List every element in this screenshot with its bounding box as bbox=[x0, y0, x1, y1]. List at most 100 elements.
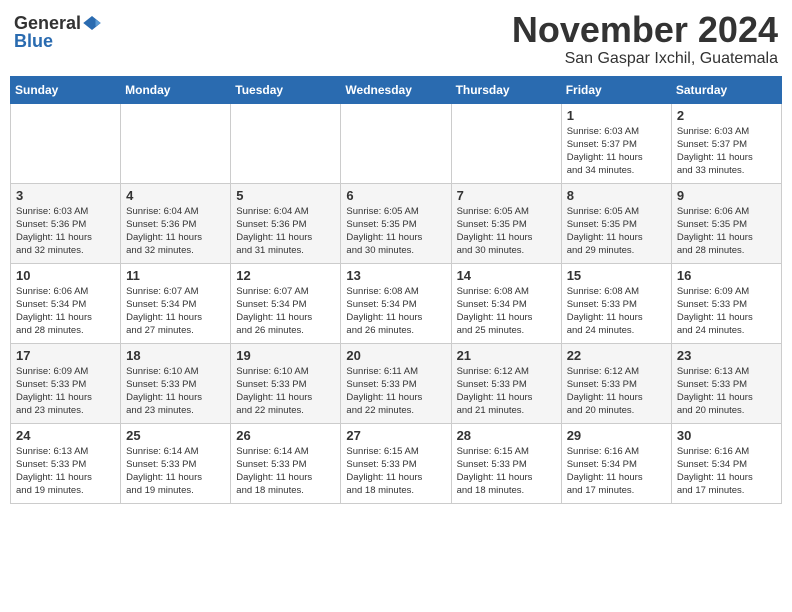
day-number: 15 bbox=[567, 268, 666, 283]
weekday-header-thursday: Thursday bbox=[451, 76, 561, 103]
day-number: 12 bbox=[236, 268, 335, 283]
weekday-header-sunday: Sunday bbox=[11, 76, 121, 103]
weekday-header-wednesday: Wednesday bbox=[341, 76, 451, 103]
day-number: 21 bbox=[457, 348, 556, 363]
day-number: 13 bbox=[346, 268, 445, 283]
day-info: Sunrise: 6:10 AM Sunset: 5:33 PM Dayligh… bbox=[236, 365, 335, 418]
calendar-cell: 30Sunrise: 6:16 AM Sunset: 5:34 PM Dayli… bbox=[671, 423, 781, 503]
day-number: 18 bbox=[126, 348, 225, 363]
day-number: 29 bbox=[567, 428, 666, 443]
calendar-cell: 15 Sunrise: 6:08 AM Sunset: 5:33 PM Dayli… bbox=[561, 263, 671, 343]
calendar-cell: 7 Sunrise: 6:05 AM Sunset: 5:35 PM Daylig… bbox=[451, 183, 561, 263]
calendar-cell: 27Sunrise: 6:15 AM Sunset: 5:33 PM Dayli… bbox=[341, 423, 451, 503]
day-number: 4 bbox=[126, 188, 225, 203]
calendar-cell: 19 Sunrise: 6:10 AM Sunset: 5:33 PM Dayli… bbox=[231, 343, 341, 423]
calendar-cell: 11 Sunrise: 6:07 AM Sunset: 5:34 PM Dayli… bbox=[121, 263, 231, 343]
calendar: SundayMondayTuesdayWednesdayThursdayFrid… bbox=[10, 76, 782, 504]
day-info: Sunrise: 6:16 AM Sunset: 5:34 PM Dayligh… bbox=[677, 445, 776, 498]
day-info: Sunrise: 6:15 AM Sunset: 5:33 PM Dayligh… bbox=[346, 445, 445, 498]
calendar-cell: 5Sunrise: 6:04 AM Sunset: 5:36 PM Daylig… bbox=[231, 183, 341, 263]
week-row-4: 17 Sunrise: 6:09 AM Sunset: 5:33 PM Dayli… bbox=[11, 343, 782, 423]
calendar-cell: 1 Sunrise: 6:03 AM Sunset: 5:37 PM Daylig… bbox=[561, 103, 671, 183]
day-info: Sunrise: 6:04 AM Sunset: 5:36 PM Dayligh… bbox=[236, 205, 335, 258]
calendar-cell bbox=[341, 103, 451, 183]
logo-blue: Blue bbox=[14, 32, 53, 50]
day-number: 3 bbox=[16, 188, 115, 203]
title-block: November 2024 San Gaspar Ixchil, Guatema… bbox=[512, 10, 778, 68]
calendar-cell: 2Sunrise: 6:03 AM Sunset: 5:37 PM Daylig… bbox=[671, 103, 781, 183]
calendar-cell: 4 Sunrise: 6:04 AM Sunset: 5:36 PM Daylig… bbox=[121, 183, 231, 263]
calendar-cell: 25 Sunrise: 6:14 AM Sunset: 5:33 PM Dayli… bbox=[121, 423, 231, 503]
day-number: 20 bbox=[346, 348, 445, 363]
calendar-cell: 12 Sunrise: 6:07 AM Sunset: 5:34 PM Dayli… bbox=[231, 263, 341, 343]
day-number: 26 bbox=[236, 428, 335, 443]
calendar-cell: 28Sunrise: 6:15 AM Sunset: 5:33 PM Dayli… bbox=[451, 423, 561, 503]
day-info: Sunrise: 6:16 AM Sunset: 5:34 PM Dayligh… bbox=[567, 445, 666, 498]
day-number: 7 bbox=[457, 188, 556, 203]
day-info: Sunrise: 6:12 AM Sunset: 5:33 PM Dayligh… bbox=[567, 365, 666, 418]
calendar-cell: 17 Sunrise: 6:09 AM Sunset: 5:33 PM Dayli… bbox=[11, 343, 121, 423]
logo: General Blue bbox=[14, 14, 101, 50]
week-row-3: 10 Sunrise: 6:06 AM Sunset: 5:34 PM Dayli… bbox=[11, 263, 782, 343]
day-info: Sunrise: 6:08 AM Sunset: 5:33 PM Dayligh… bbox=[567, 285, 666, 338]
day-number: 10 bbox=[16, 268, 115, 283]
day-number: 9 bbox=[677, 188, 776, 203]
day-number: 1 bbox=[567, 108, 666, 123]
day-info: Sunrise: 6:05 AM Sunset: 5:35 PM Dayligh… bbox=[567, 205, 666, 258]
day-info: Sunrise: 6:14 AM Sunset: 5:33 PM Dayligh… bbox=[236, 445, 335, 498]
calendar-cell: 20 Sunrise: 6:11 AM Sunset: 5:33 PM Dayli… bbox=[341, 343, 451, 423]
calendar-cell: 21Sunrise: 6:12 AM Sunset: 5:33 PM Dayli… bbox=[451, 343, 561, 423]
day-info: Sunrise: 6:13 AM Sunset: 5:33 PM Dayligh… bbox=[16, 445, 115, 498]
weekday-header-row: SundayMondayTuesdayWednesdayThursdayFrid… bbox=[11, 76, 782, 103]
calendar-cell: 3 Sunrise: 6:03 AM Sunset: 5:36 PM Daylig… bbox=[11, 183, 121, 263]
logo-icon bbox=[83, 16, 101, 30]
day-info: Sunrise: 6:09 AM Sunset: 5:33 PM Dayligh… bbox=[16, 365, 115, 418]
calendar-cell: 18 Sunrise: 6:10 AM Sunset: 5:33 PM Dayli… bbox=[121, 343, 231, 423]
week-row-1: 1 Sunrise: 6:03 AM Sunset: 5:37 PM Daylig… bbox=[11, 103, 782, 183]
day-number: 17 bbox=[16, 348, 115, 363]
calendar-cell bbox=[11, 103, 121, 183]
weekday-header-saturday: Saturday bbox=[671, 76, 781, 103]
location: San Gaspar Ixchil, Guatemala bbox=[512, 50, 778, 68]
calendar-cell: 29 Sunrise: 6:16 AM Sunset: 5:34 PM Dayli… bbox=[561, 423, 671, 503]
calendar-cell: 23 Sunrise: 6:13 AM Sunset: 5:33 PM Dayli… bbox=[671, 343, 781, 423]
day-info: Sunrise: 6:05 AM Sunset: 5:35 PM Dayligh… bbox=[346, 205, 445, 258]
day-number: 8 bbox=[567, 188, 666, 203]
day-info: Sunrise: 6:06 AM Sunset: 5:34 PM Dayligh… bbox=[16, 285, 115, 338]
day-number: 16 bbox=[677, 268, 776, 283]
weekday-header-monday: Monday bbox=[121, 76, 231, 103]
month-title: November 2024 bbox=[512, 10, 778, 50]
calendar-cell bbox=[121, 103, 231, 183]
day-info: Sunrise: 6:08 AM Sunset: 5:34 PM Dayligh… bbox=[346, 285, 445, 338]
day-number: 14 bbox=[457, 268, 556, 283]
day-number: 11 bbox=[126, 268, 225, 283]
calendar-cell: 10 Sunrise: 6:06 AM Sunset: 5:34 PM Dayli… bbox=[11, 263, 121, 343]
day-number: 25 bbox=[126, 428, 225, 443]
day-number: 19 bbox=[236, 348, 335, 363]
day-info: Sunrise: 6:05 AM Sunset: 5:35 PM Dayligh… bbox=[457, 205, 556, 258]
day-info: Sunrise: 6:03 AM Sunset: 5:37 PM Dayligh… bbox=[677, 125, 776, 178]
weekday-header-tuesday: Tuesday bbox=[231, 76, 341, 103]
day-info: Sunrise: 6:07 AM Sunset: 5:34 PM Dayligh… bbox=[126, 285, 225, 338]
day-info: Sunrise: 6:03 AM Sunset: 5:36 PM Dayligh… bbox=[16, 205, 115, 258]
calendar-cell bbox=[231, 103, 341, 183]
page-header: General Blue November 2024 San Gaspar Ix… bbox=[10, 10, 782, 68]
day-info: Sunrise: 6:07 AM Sunset: 5:34 PM Dayligh… bbox=[236, 285, 335, 338]
day-number: 28 bbox=[457, 428, 556, 443]
calendar-cell: 9Sunrise: 6:06 AM Sunset: 5:35 PM Daylig… bbox=[671, 183, 781, 263]
day-info: Sunrise: 6:11 AM Sunset: 5:33 PM Dayligh… bbox=[346, 365, 445, 418]
day-info: Sunrise: 6:03 AM Sunset: 5:37 PM Dayligh… bbox=[567, 125, 666, 178]
calendar-cell: 26 Sunrise: 6:14 AM Sunset: 5:33 PM Dayli… bbox=[231, 423, 341, 503]
day-info: Sunrise: 6:13 AM Sunset: 5:33 PM Dayligh… bbox=[677, 365, 776, 418]
day-number: 6 bbox=[346, 188, 445, 203]
day-info: Sunrise: 6:14 AM Sunset: 5:33 PM Dayligh… bbox=[126, 445, 225, 498]
day-info: Sunrise: 6:10 AM Sunset: 5:33 PM Dayligh… bbox=[126, 365, 225, 418]
calendar-cell bbox=[451, 103, 561, 183]
logo-general: General bbox=[14, 14, 81, 32]
day-number: 23 bbox=[677, 348, 776, 363]
day-info: Sunrise: 6:09 AM Sunset: 5:33 PM Dayligh… bbox=[677, 285, 776, 338]
day-number: 24 bbox=[16, 428, 115, 443]
day-number: 22 bbox=[567, 348, 666, 363]
day-info: Sunrise: 6:04 AM Sunset: 5:36 PM Dayligh… bbox=[126, 205, 225, 258]
day-info: Sunrise: 6:08 AM Sunset: 5:34 PM Dayligh… bbox=[457, 285, 556, 338]
